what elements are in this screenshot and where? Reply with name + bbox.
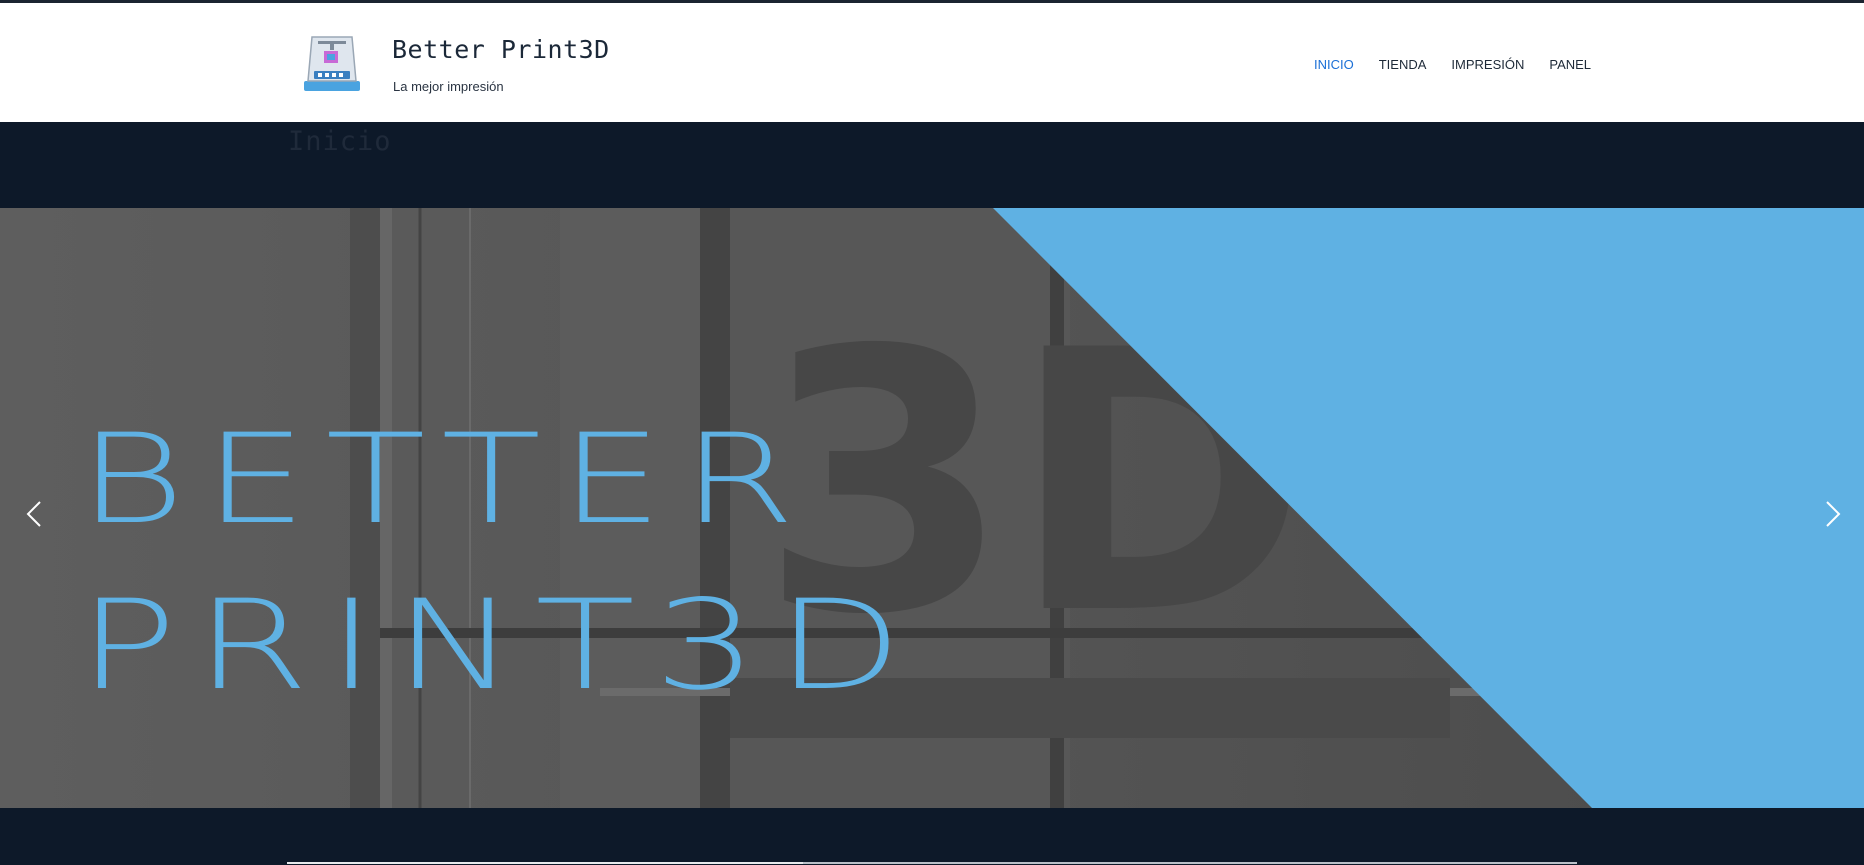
site-tagline: La mejor impresión [393,79,504,94]
printer-logo-icon [304,36,360,91]
site-logo[interactable] [294,31,370,95]
chevron-left-icon [26,501,41,527]
content-divider-highlight [287,862,803,864]
nav-item-panel[interactable]: PANEL [1549,57,1591,72]
nav-item-inicio[interactable]: INICIO [1314,57,1354,72]
nav-item-impresion[interactable]: IMPRESIÓN [1451,57,1524,72]
hero-slider: 3D BETTER PRINT3D [0,208,1864,808]
page-title-band [0,122,1864,208]
site-header: Better Print3D La mejor impresión INICIO… [0,3,1864,122]
slider-prev-button[interactable] [14,484,54,544]
content-band [0,808,1864,865]
slide-headline-line-1: BETTER [78,408,814,552]
page-title: Inicio [288,126,392,157]
slider-next-button[interactable] [1813,484,1853,544]
chevron-right-icon [1826,501,1841,527]
site-title[interactable]: Better Print3D [392,35,610,64]
slide-headline-line-2: PRINT3D [78,574,921,718]
nav-item-tienda[interactable]: TIENDA [1379,57,1427,72]
main-nav: INICIO TIENDA IMPRESIÓN PANEL [1314,57,1616,72]
